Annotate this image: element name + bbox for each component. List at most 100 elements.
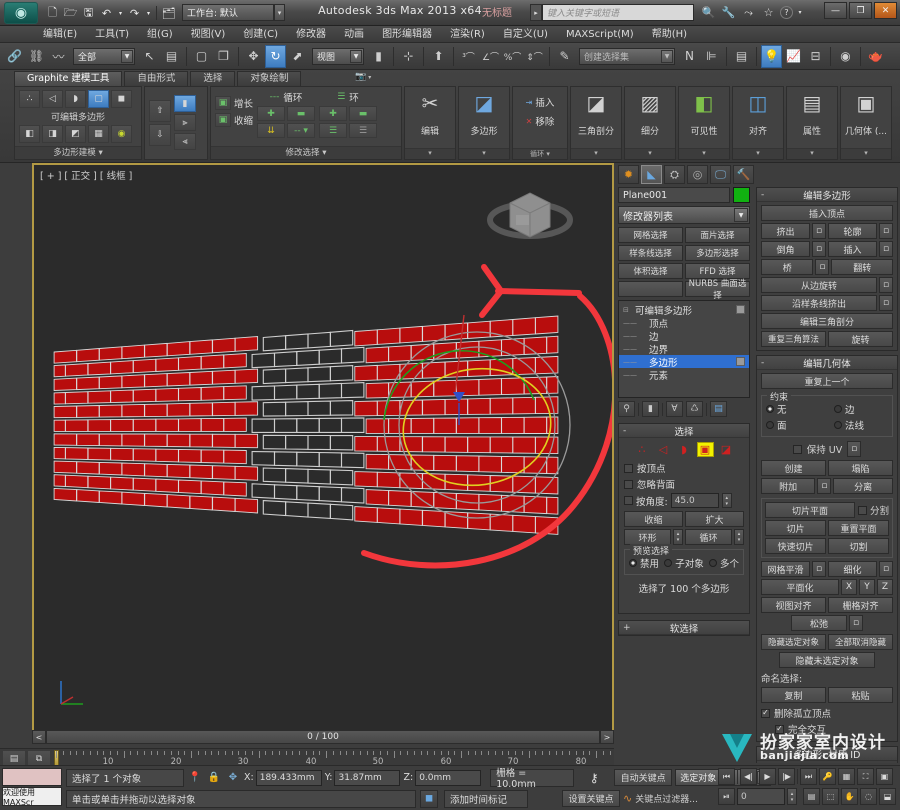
stack-item-edge[interactable]: —— 边 <box>619 329 749 343</box>
zoom-extents-icon[interactable]: ⛶ <box>857 768 874 785</box>
brick-polygon[interactable] <box>376 327 401 345</box>
brick-polygon[interactable] <box>354 329 378 347</box>
brick-polygon[interactable] <box>422 398 446 416</box>
brick-polygon[interactable] <box>354 400 378 417</box>
grow-selection-icon[interactable]: ▣ <box>215 96 231 110</box>
z-coordinate-field[interactable]: 0.0mm <box>415 769 482 786</box>
soft-selection-rollout-header[interactable]: + 软选择 <box>619 621 749 635</box>
brick-polygon[interactable] <box>501 377 525 396</box>
ignore-backfacing-checkbox[interactable] <box>624 479 633 489</box>
stack-item-polygon[interactable]: —— 多边形 <box>619 355 749 369</box>
select-and-rotate-icon[interactable]: ↻ <box>265 44 286 68</box>
brick-polygon[interactable] <box>535 315 559 335</box>
brick-polygon[interactable] <box>234 497 259 514</box>
keyboard-shortcut-override-icon[interactable]: ⬆ <box>428 45 449 68</box>
zoom-extents-all-icon[interactable]: ▣ <box>876 768 893 785</box>
brick-polygon[interactable] <box>132 448 157 462</box>
viewport-label[interactable]: [ + ] [ 正交 ] [ 线框 ] <box>40 168 132 182</box>
edit-named-selection-icon[interactable]: ✎ <box>554 45 575 68</box>
brick-polygon[interactable] <box>155 387 179 402</box>
brick-polygon[interactable] <box>388 345 412 363</box>
brick-polygon[interactable] <box>132 477 157 492</box>
brick-polygon[interactable] <box>546 335 559 354</box>
brick-polygon[interactable] <box>144 433 168 447</box>
brick-polygon[interactable] <box>501 416 525 434</box>
subscription-icon[interactable]: ⤳ <box>740 3 757 22</box>
stack-item-element[interactable]: —— 元素 <box>619 368 749 382</box>
brick-polygon[interactable] <box>433 417 457 434</box>
create-button[interactable]: 创建 <box>761 460 826 476</box>
time-slider-field[interactable]: 0 / 100 <box>46 730 600 744</box>
brick-polygon[interactable] <box>212 337 236 354</box>
menu-help[interactable]: 帮助(H) <box>643 26 696 43</box>
brick-polygon[interactable] <box>144 492 168 508</box>
brick-polygon[interactable] <box>166 494 191 509</box>
slice-plane-button[interactable]: 切片平面 <box>765 502 855 518</box>
hide-unselected-button[interactable]: 隐藏未选定对象 <box>779 652 875 668</box>
help-icon[interactable]: ? <box>780 6 793 19</box>
brick-polygon[interactable] <box>223 417 247 432</box>
grid-align-button[interactable]: 栅格对齐 <box>828 597 893 613</box>
collapse-stack-icon[interactable]: ⇧ <box>149 99 171 122</box>
attach-settings-icon[interactable]: ▫ <box>817 478 832 494</box>
modifier-list-combo[interactable]: 修改器列表 ▼ <box>618 206 750 224</box>
cp-tab-motion[interactable]: ◎ <box>687 165 708 184</box>
msmooth-settings-icon[interactable]: ▫ <box>812 561 826 577</box>
hide-selected-button[interactable]: 隐藏选定对象 <box>761 634 826 650</box>
pin-stack-icon[interactable]: ⚲ <box>618 401 635 417</box>
stack-item-vertex[interactable]: —— 顶点 <box>619 316 749 330</box>
edit-triangulation-button[interactable]: 编辑三角剖分 <box>761 313 893 329</box>
brick-polygon[interactable] <box>53 377 77 391</box>
chevron-down-icon[interactable]: ▼ <box>661 49 673 63</box>
ribbon-button-properties[interactable]: ▤ 属性 ▾ <box>786 86 838 160</box>
brick-polygon[interactable] <box>121 374 145 389</box>
brick-polygon[interactable] <box>98 346 123 361</box>
brick-polygon[interactable] <box>365 418 389 434</box>
element-level-icon[interactable]: ◪ <box>718 442 735 457</box>
collapse-icon[interactable]: - <box>761 190 764 200</box>
delete-isolated-vertices-row[interactable]: ✓ 删除孤立顶点 <box>761 706 893 720</box>
key-mode-icon[interactable]: 🔑 <box>819 768 836 785</box>
close-button[interactable]: ✕ <box>874 2 897 19</box>
repeat-last-icon[interactable]: ◨ <box>42 125 63 143</box>
brick-polygon[interactable] <box>546 456 559 475</box>
viewport-canvas[interactable] <box>34 165 612 741</box>
preserve-uvs-settings-icon[interactable]: ▫ <box>847 441 862 457</box>
ribbon-tab-object-paint[interactable]: 对象绘制 <box>237 71 302 86</box>
brick-polygon[interactable] <box>234 368 259 384</box>
loop-shift-icon[interactable]: ⇊ <box>257 123 286 138</box>
chevron-down-icon[interactable]: ▾ <box>841 148 891 159</box>
paste-button[interactable]: 粘贴 <box>828 687 893 703</box>
brick-polygon[interactable] <box>399 325 423 344</box>
material-editor-icon[interactable]: ◉ <box>835 45 856 68</box>
shrink-selection-icon[interactable]: ▣ <box>215 113 231 127</box>
brick-polygon[interactable] <box>535 355 559 375</box>
insert-vertex-button[interactable]: 插入顶点 <box>761 205 893 221</box>
brick-polygon[interactable] <box>223 481 247 497</box>
chevron-down-icon[interactable]: ▾ <box>625 148 675 159</box>
ribbon-button-edit[interactable]: ✂ 编辑 ▾ <box>404 86 456 160</box>
brick-polygon[interactable] <box>234 433 259 449</box>
brick-polygon[interactable] <box>189 402 213 417</box>
ribbon-camera-menu[interactable]: 📷 ▾ <box>355 72 371 82</box>
ribbon-button-triangulation[interactable]: ◪ 三角剖分 ▾ <box>570 86 622 160</box>
snaps-toggle-icon[interactable]: ³⌒ <box>458 45 479 68</box>
time-configuration-icon[interactable]: ▦ <box>838 768 855 785</box>
brick-polygon[interactable] <box>189 433 213 448</box>
msmooth-button[interactable]: 网格平滑 <box>761 561 810 577</box>
brick-polygon[interactable] <box>121 491 145 506</box>
inset-settings-icon[interactable]: ▫ <box>879 241 893 257</box>
inset-button[interactable]: 插入 <box>828 241 877 257</box>
brick-polygon[interactable] <box>110 389 134 404</box>
brick-polygon[interactable] <box>444 322 468 341</box>
configure-icon[interactable]: ⫷ <box>174 133 196 150</box>
brick-polygon[interactable] <box>87 447 111 461</box>
selection-lock-icon[interactable]: 🔒 <box>206 772 222 783</box>
zoom-region-icon[interactable]: ▤ <box>803 788 820 805</box>
brick-polygon[interactable] <box>467 320 491 339</box>
brick-polygon[interactable] <box>512 475 536 494</box>
ribbon-button-geometry[interactable]: ▣ 几何体 (... ▾ <box>840 86 892 160</box>
cp-tab-display[interactable]: 🖵 <box>710 165 731 184</box>
edit-polygons-header[interactable]: - 编辑多边形 <box>757 188 897 202</box>
material-ids-header[interactable]: - 多边形: 材质 ID <box>757 747 897 761</box>
